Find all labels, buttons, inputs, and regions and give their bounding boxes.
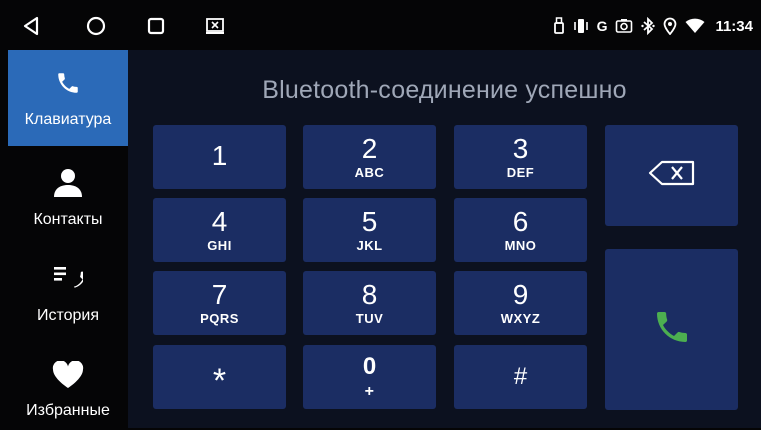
key-letters: MNO	[504, 237, 537, 253]
key-1[interactable]: 1	[153, 125, 286, 189]
key-letters: PQRS	[200, 310, 239, 326]
key-digit: 1	[211, 140, 228, 171]
key-digit: 6	[512, 205, 529, 237]
call-history-icon	[53, 264, 86, 299]
key-digit: *	[212, 361, 227, 400]
key-digit: 2	[361, 132, 378, 164]
key-0[interactable]: 0 +	[303, 345, 436, 409]
key-letters: WXYZ	[500, 310, 541, 326]
recents-icon[interactable]	[143, 13, 169, 39]
key-2[interactable]: 2 ABC	[303, 125, 436, 189]
key-digit: 8	[361, 278, 378, 310]
camera-icon	[615, 18, 633, 34]
sidebar-item-history[interactable]: История	[8, 254, 128, 334]
key-8[interactable]: 8 TUV	[303, 271, 436, 335]
call-button[interactable]	[605, 249, 738, 410]
key-digit: 3	[512, 132, 529, 164]
location-icon	[663, 17, 677, 35]
bluetooth-icon	[641, 17, 656, 35]
key-9[interactable]: 9 WXYZ	[454, 271, 587, 335]
network-type-label: G	[596, 18, 608, 34]
status-bar: G 11:34	[0, 0, 761, 50]
status-icons: G 11:34	[553, 14, 753, 38]
key-letters: TUV	[355, 310, 384, 326]
key-4[interactable]: 4 GHI	[153, 198, 286, 262]
key-letters: DEF	[506, 164, 535, 180]
usb-icon	[553, 17, 565, 35]
key-digit: #	[513, 363, 528, 390]
key-digit: 0	[362, 353, 377, 380]
key-digit: 7	[211, 278, 228, 310]
heart-icon	[52, 359, 84, 394]
sidebar-item-label: Контакты	[33, 210, 103, 228]
person-icon	[52, 168, 84, 203]
key-3[interactable]: 3 DEF	[454, 125, 587, 189]
call-icon	[652, 304, 692, 355]
sidebar: Клавиатура Контакты История Избранные	[8, 50, 128, 428]
backspace-icon	[648, 160, 696, 191]
phone-icon	[55, 68, 81, 103]
backspace-button[interactable]	[605, 125, 738, 226]
key-star[interactable]: *	[153, 345, 286, 409]
key-letters: JKL	[356, 237, 383, 253]
key-6[interactable]: 6 MNO	[454, 198, 587, 262]
home-icon[interactable]	[83, 13, 109, 39]
key-letters: GHI	[207, 237, 232, 253]
page-title: Bluetooth-соединение успешно	[262, 76, 627, 104]
key-letters: +	[364, 383, 375, 400]
key-digit: 9	[512, 278, 529, 310]
back-icon[interactable]	[18, 13, 44, 39]
sidebar-item-favorites[interactable]: Избранные	[8, 350, 128, 430]
key-5[interactable]: 5 JKL	[303, 198, 436, 262]
key-digit: 5	[361, 205, 378, 237]
status-clock: 11:34	[715, 17, 753, 35]
sidebar-item-keypad[interactable]: Клавиатура	[8, 50, 128, 146]
sidebar-item-contacts[interactable]: Контакты	[8, 158, 128, 238]
key-7[interactable]: 7 PQRS	[153, 271, 286, 335]
sidebar-item-label: Избранные	[26, 401, 110, 419]
sidebar-item-label: История	[36, 306, 100, 324]
key-digit: 4	[211, 205, 228, 237]
wifi-icon	[685, 18, 705, 34]
screenshot-icon[interactable]	[202, 13, 228, 39]
key-letters: ABC	[354, 164, 385, 180]
key-hash[interactable]: #	[454, 345, 587, 409]
sidebar-item-label: Клавиатура	[24, 110, 112, 128]
vibrate-icon	[573, 17, 589, 35]
